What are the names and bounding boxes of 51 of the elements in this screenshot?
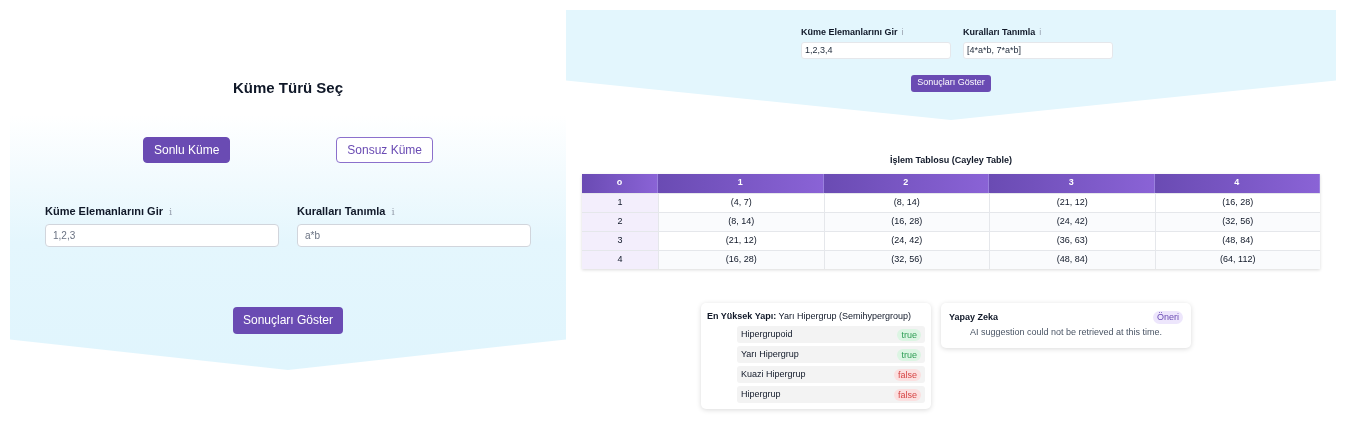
field-label: Kuralları Tanımla <box>963 26 1036 39</box>
show-results-button[interactable]: Sonuçları Göster <box>911 74 991 92</box>
column-header: 2 <box>823 173 989 193</box>
suggestion-badge: Öneri <box>1153 310 1183 324</box>
result-badge: false <box>894 388 921 401</box>
field-label: Küme Elemanlarını Gir <box>45 204 163 219</box>
row-header: 4 <box>582 250 658 269</box>
row-header: 3 <box>582 231 658 250</box>
property-name: Yarı Hipergrup <box>741 347 799 361</box>
property-name: Kuazi Hipergrup <box>741 367 806 381</box>
table-cell: (48, 84) <box>1154 231 1320 250</box>
input-field[interactable]: [4*a*b, 7*a*b] <box>963 41 1113 59</box>
table-cell: (64, 112) <box>1154 250 1320 269</box>
table-cell: (8, 14) <box>823 193 989 212</box>
section-title: Küme Türü Seç <box>233 77 343 98</box>
structure-heading: En Yüksek Yapı: Yarı Hipergrup (Semihypergroup) <box>707 309 912 323</box>
table-cell: (16, 28) <box>658 250 824 269</box>
table-cell: (48, 84) <box>989 250 1155 269</box>
property-name: Hipergrupoid <box>741 327 793 341</box>
table-cell: (24, 42) <box>989 212 1155 231</box>
ai-title: Yapay Zeka <box>949 310 999 324</box>
table-cell: (4, 7) <box>658 193 824 212</box>
column-header: 1 <box>658 173 824 193</box>
input-field[interactable]: 1,2,3,4 <box>801 41 951 59</box>
table-cell: (24, 42) <box>823 231 989 250</box>
table-cell: (32, 56) <box>1154 212 1320 231</box>
table-cell: (36, 63) <box>989 231 1155 250</box>
column-header: o <box>582 173 658 193</box>
table-cell: (16, 28) <box>823 212 989 231</box>
set-type-button[interactable]: Sonsuz Küme <box>336 137 433 163</box>
table-cell: (8, 14) <box>658 212 824 231</box>
column-header: 3 <box>989 173 1155 193</box>
table-cell: (16, 28) <box>1154 193 1320 212</box>
table-cell: (21, 12) <box>658 231 824 250</box>
set-type-button[interactable]: Sonlu Küme <box>142 137 231 163</box>
table-cell: (32, 56) <box>823 250 989 269</box>
result-badge: false <box>894 368 921 381</box>
column-header: 4 <box>1154 173 1320 193</box>
table-title: İşlem Tablosu (Cayley Table) <box>889 154 1013 167</box>
field-label: Kuralları Tanımla <box>297 204 386 219</box>
row-header: 1 <box>582 193 658 212</box>
show-results-button[interactable]: Sonuçları Göster <box>232 306 343 334</box>
result-badge: true <box>897 348 921 361</box>
result-badge: true <box>897 328 921 341</box>
row-header: 2 <box>582 212 658 231</box>
property-name: Hipergrup <box>741 387 781 401</box>
input-field[interactable]: a*b <box>297 223 531 247</box>
field-label: Küme Elemanlarını Gir <box>801 26 898 39</box>
table-cell: (21, 12) <box>989 193 1155 212</box>
input-field[interactable]: 1,2,3 <box>45 223 279 247</box>
ai-message: AI suggestion could not be retrieved at this time. <box>968 326 1164 339</box>
